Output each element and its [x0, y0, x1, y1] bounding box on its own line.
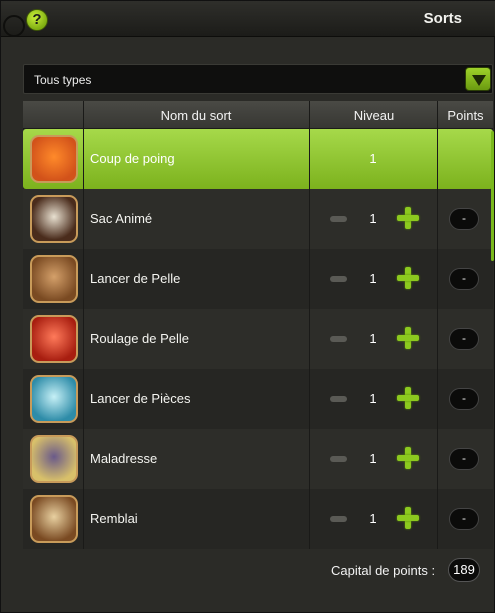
spell-points: -	[449, 388, 479, 410]
spell-level: 1	[369, 511, 377, 526]
spell-level: 1	[369, 331, 377, 346]
spell-icon-cell	[23, 189, 83, 249]
spells-table: Nom du sort Niveau Points Coup de poing 1…	[23, 101, 493, 549]
clumsy-icon[interactable]	[30, 435, 78, 483]
spell-points: -	[449, 208, 479, 230]
spell-points: -	[449, 328, 479, 350]
spell-icon-cell	[23, 429, 83, 489]
spell-name: Coup de poing	[90, 151, 175, 166]
spell-row[interactable]: Remblai 1 -	[23, 489, 493, 549]
dropdown-toggle-button[interactable]	[465, 67, 491, 91]
spell-type-dropdown[interactable]: Tous types	[23, 64, 493, 94]
shovel-roll-icon[interactable]	[30, 315, 78, 363]
window-title: Sorts	[423, 10, 462, 27]
level-decrease-button[interactable]	[330, 456, 347, 462]
embankment-icon[interactable]	[30, 495, 78, 543]
column-divider	[437, 101, 438, 549]
column-divider	[83, 101, 84, 549]
level-increase-button[interactable]	[397, 267, 419, 289]
spell-name: Roulage de Pelle	[90, 331, 190, 346]
spell-type-selected: Tous types	[34, 73, 92, 87]
sack-icon[interactable]	[30, 195, 78, 243]
title-bar: ? Sorts	[1, 1, 495, 37]
spell-icon-cell	[23, 489, 83, 549]
capital-value: 189	[448, 558, 480, 582]
level-increase-button[interactable]	[397, 387, 419, 409]
column-header-name[interactable]: Nom du sort	[83, 108, 309, 123]
spell-points: -	[449, 448, 479, 470]
spell-row[interactable]: Roulage de Pelle 1 -	[23, 309, 493, 369]
coins-icon[interactable]	[30, 375, 78, 423]
spell-row[interactable]: Sac Animé 1 -	[23, 189, 493, 249]
level-decrease-button[interactable]	[330, 276, 347, 282]
level-decrease-button[interactable]	[330, 336, 347, 342]
column-header-points[interactable]: Points	[438, 108, 493, 123]
spell-level: 1	[369, 271, 377, 286]
spell-points: -	[449, 268, 479, 290]
spell-level: 1	[369, 451, 377, 466]
spell-row[interactable]: Lancer de Pièces 1 -	[23, 369, 493, 429]
spell-row[interactable]: Coup de poing 1	[23, 129, 493, 189]
spell-level: 1	[369, 211, 377, 226]
spell-name: Remblai	[90, 511, 138, 526]
spell-icon-cell	[23, 249, 83, 309]
column-divider	[309, 101, 310, 549]
spell-level: 1	[369, 151, 377, 166]
spell-row[interactable]: Maladresse 1 -	[23, 429, 493, 489]
help-icon[interactable]: ?	[26, 9, 48, 31]
spell-name: Lancer de Pelle	[90, 271, 181, 286]
spell-icon-cell	[23, 309, 83, 369]
spell-level: 1	[369, 391, 377, 406]
spell-icon-cell	[23, 129, 83, 189]
capital-label: Capital de points :	[331, 563, 436, 578]
level-increase-button[interactable]	[397, 447, 419, 469]
spell-icon-cell	[23, 369, 83, 429]
spell-name: Maladresse	[90, 451, 158, 466]
spell-points: -	[449, 508, 479, 530]
level-decrease-button[interactable]	[330, 216, 347, 222]
spell-name: Sac Animé	[90, 211, 153, 226]
fist-icon[interactable]	[30, 135, 78, 183]
shovel-throw-icon[interactable]	[30, 255, 78, 303]
swirl-ornament-icon	[3, 15, 25, 37]
chevron-down-icon	[472, 75, 486, 86]
spell-name: Lancer de Pièces	[90, 391, 191, 406]
level-increase-button[interactable]	[397, 207, 419, 229]
table-header: Nom du sort Niveau Points	[23, 101, 493, 129]
spells-window: ? Sorts Tous types Nom du sort Niveau Po…	[0, 0, 495, 613]
scrollbar[interactable]	[491, 131, 494, 261]
level-increase-button[interactable]	[397, 327, 419, 349]
level-decrease-button[interactable]	[330, 516, 347, 522]
level-decrease-button[interactable]	[330, 396, 347, 402]
column-header-level[interactable]: Niveau	[310, 108, 438, 123]
spell-row[interactable]: Lancer de Pelle 1 -	[23, 249, 493, 309]
level-increase-button[interactable]	[397, 507, 419, 529]
